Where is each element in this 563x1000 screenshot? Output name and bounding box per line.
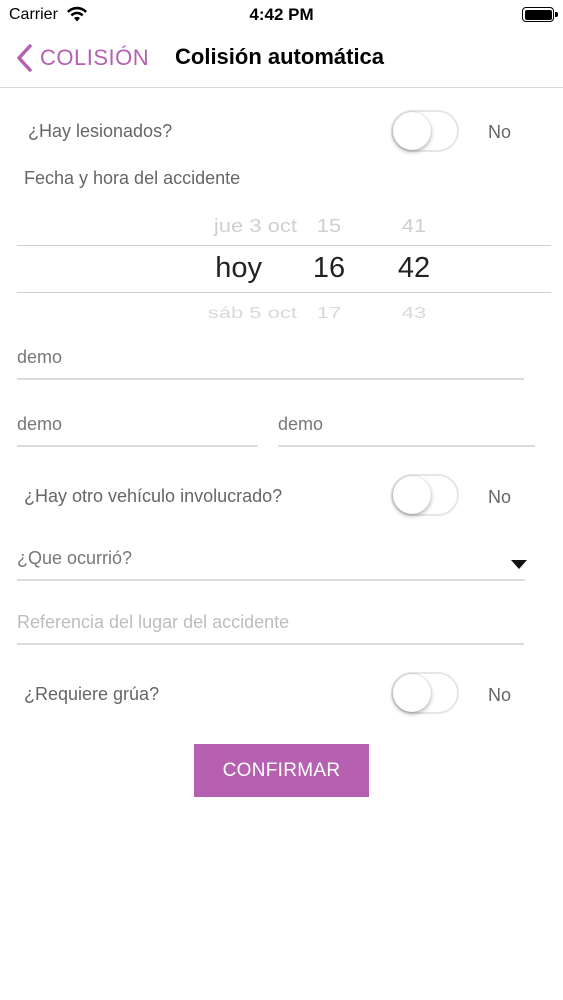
navigation-bar: COLISIÓN Colisión automática: [0, 30, 563, 88]
toggle-knob: [393, 476, 431, 514]
text-field-1[interactable]: demo: [17, 338, 524, 380]
toggle-knob: [393, 674, 431, 712]
picker-minute-next[interactable]: 43: [379, 304, 449, 320]
back-button[interactable]: COLISIÓN: [14, 40, 149, 76]
picker-hour-next[interactable]: 17: [297, 304, 361, 320]
text-field-3-value: demo: [278, 414, 324, 434]
injured-value: No: [488, 122, 512, 142]
clock: 4:42 PM: [249, 5, 314, 24]
text-field-3[interactable]: demo: [278, 405, 535, 447]
triangle-down-icon: [511, 560, 527, 569]
battery-icon: [522, 7, 558, 22]
text-field-2-value: demo: [17, 414, 63, 434]
picker-selection-top-line: [17, 245, 551, 246]
toggle-knob: [393, 112, 431, 150]
datetime-label: Fecha y hora del accidente: [24, 168, 241, 188]
location-reference-placeholder: Referencia del lugar del accidente: [17, 612, 290, 632]
status-bar: Carrier 4:42 PM: [0, 0, 563, 30]
confirm-button[interactable]: CONFIRMAR: [194, 744, 369, 797]
picker-hour-prev[interactable]: 15: [297, 215, 361, 237]
what-happened-label: ¿Que ocurrió?: [17, 548, 133, 568]
picker-minute-prev[interactable]: 41: [379, 215, 449, 237]
datetime-picker[interactable]: jue 3 oct 15 41 hoy 16 42 sáb 5 oct 17 4…: [17, 208, 551, 320]
text-field-2[interactable]: demo: [17, 405, 258, 447]
picker-minute-selected[interactable]: 42: [379, 252, 449, 285]
tow-value: No: [488, 685, 512, 705]
back-label: COLISIÓN: [40, 45, 150, 70]
picker-hour-selected[interactable]: 16: [297, 252, 361, 285]
picker-date-prev[interactable]: jue 3 oct: [67, 215, 297, 237]
other-vehicle-label: ¿Hay otro vehículo involucrado?: [24, 486, 283, 506]
picker-selection-bottom-line: [17, 292, 551, 293]
picker-date-next[interactable]: sáb 5 oct: [67, 304, 297, 320]
text-field-1-value: demo: [17, 347, 63, 367]
what-happened-dropdown[interactable]: ¿Que ocurrió?: [17, 539, 527, 581]
other-vehicle-value: No: [488, 487, 512, 507]
chevron-left-icon: [17, 44, 32, 72]
injured-label: ¿Hay lesionados?: [28, 121, 173, 141]
tow-toggle[interactable]: [391, 672, 459, 714]
other-vehicle-toggle[interactable]: [391, 474, 459, 516]
location-reference-input[interactable]: Referencia del lugar del accidente: [17, 603, 524, 645]
injured-toggle[interactable]: [391, 110, 459, 152]
tow-label: ¿Requiere grúa?: [24, 684, 160, 704]
page-title: Colisión automática: [175, 44, 385, 69]
picker-date-selected[interactable]: hoy: [17, 252, 262, 285]
